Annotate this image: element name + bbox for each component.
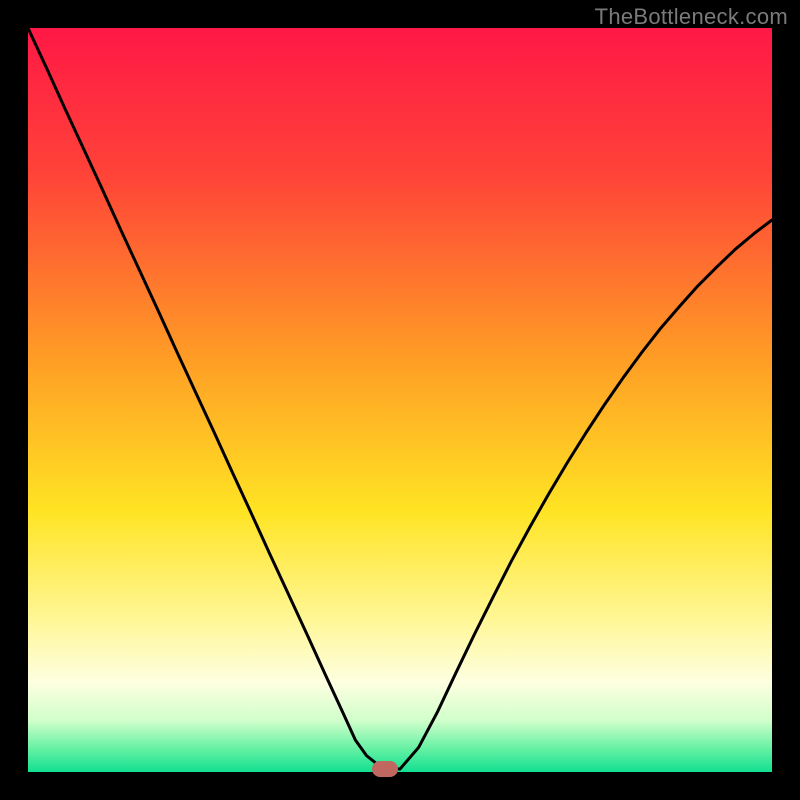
- chart-svg: [28, 28, 772, 772]
- chart-area: [28, 28, 772, 772]
- chart-frame: TheBottleneck.com: [0, 0, 800, 800]
- watermark-text: TheBottleneck.com: [595, 4, 788, 30]
- optimal-marker: [372, 761, 398, 777]
- gradient-background: [28, 28, 772, 772]
